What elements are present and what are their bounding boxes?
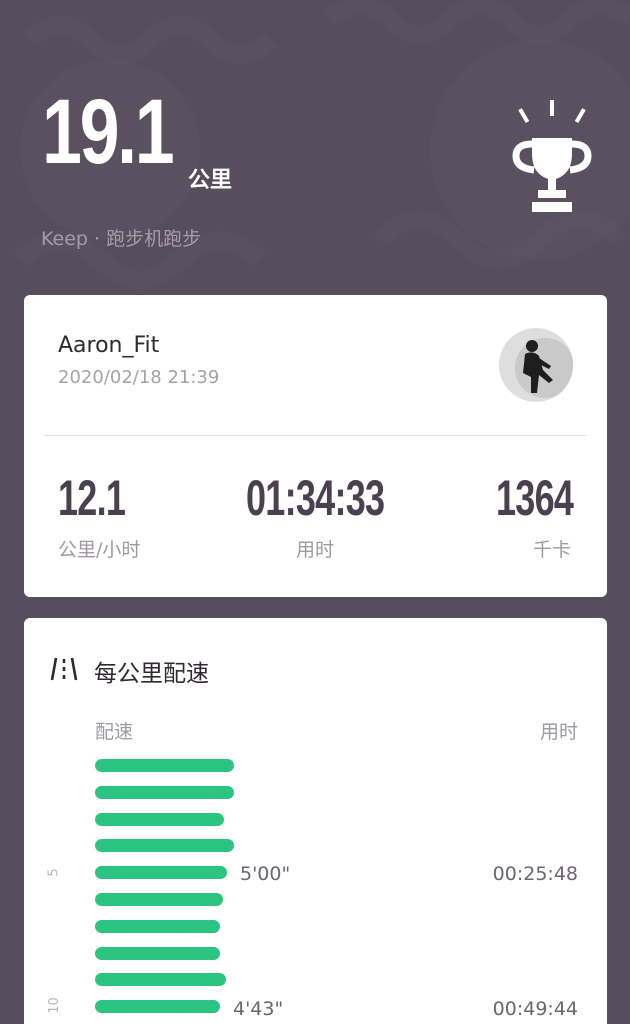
pace-value-km10: 4'43" bbox=[233, 998, 284, 1020]
time-column-header: 用时 bbox=[539, 721, 578, 743]
workout-source-type: Keep · 跑步机跑步 bbox=[41, 228, 202, 250]
duration-label: 用时 bbox=[296, 539, 335, 561]
pace-bar-km7 bbox=[95, 919, 220, 933]
speed-label: 公里/小时 bbox=[58, 539, 141, 561]
speed-value: 12.1 bbox=[58, 470, 126, 526]
trophy-icon bbox=[512, 100, 592, 212]
stat-average-speed: 12.1 公里/小时 bbox=[58, 473, 151, 562]
pace-bar-km5 bbox=[95, 866, 227, 880]
avatar-photo bbox=[499, 328, 573, 402]
stat-calories: 1364 千卡 bbox=[496, 473, 603, 562]
pace-bar-km6 bbox=[95, 893, 223, 906]
km-marker-10: 10 bbox=[46, 997, 62, 1014]
workout-detail-card: Aaron_Fit 2020/02/18 21:39 12.1 公里/小时 01… bbox=[24, 295, 607, 597]
pace-bar-km9 bbox=[95, 973, 226, 987]
username: Aaron_Fit bbox=[58, 333, 160, 358]
stat-duration: 01:34:33 用时 bbox=[246, 473, 438, 562]
pace-bar-km3 bbox=[95, 812, 224, 826]
pace-bar-km10 bbox=[95, 1000, 220, 1014]
pace-bar-km8 bbox=[95, 946, 220, 960]
pace-bar-km1 bbox=[95, 759, 234, 772]
pace-bar-km2 bbox=[95, 785, 234, 799]
pace-per-km-card: 每公里配速 配速 用时 5 5'00" 00:25:48 10 4'43" 00… bbox=[24, 618, 607, 1024]
divider bbox=[44, 435, 587, 436]
duration-value: 01:34:33 bbox=[246, 470, 385, 526]
pace-section-title: 每公里配速 bbox=[94, 661, 209, 687]
workout-datetime: 2020/02/18 21:39 bbox=[58, 367, 220, 388]
split-time-km10: 00:49:44 bbox=[492, 998, 578, 1020]
calories-label: 千卡 bbox=[533, 539, 572, 561]
split-time-km5: 00:25:48 bbox=[492, 863, 578, 885]
distance-unit: 公里 bbox=[188, 168, 233, 193]
pace-column-header: 配速 bbox=[95, 721, 134, 743]
total-distance: 19.1 bbox=[42, 81, 175, 183]
avatar[interactable] bbox=[499, 328, 573, 402]
km-marker-5: 5 bbox=[46, 868, 62, 877]
pace-bar-km4 bbox=[95, 839, 234, 853]
calories-value: 1364 bbox=[496, 470, 574, 526]
workout-summary-header: 19.1 公里 Keep · 跑步机跑步 bbox=[0, 0, 630, 290]
pace-value-km5: 5'00" bbox=[240, 863, 291, 885]
pace-lanes-icon bbox=[50, 657, 78, 681]
